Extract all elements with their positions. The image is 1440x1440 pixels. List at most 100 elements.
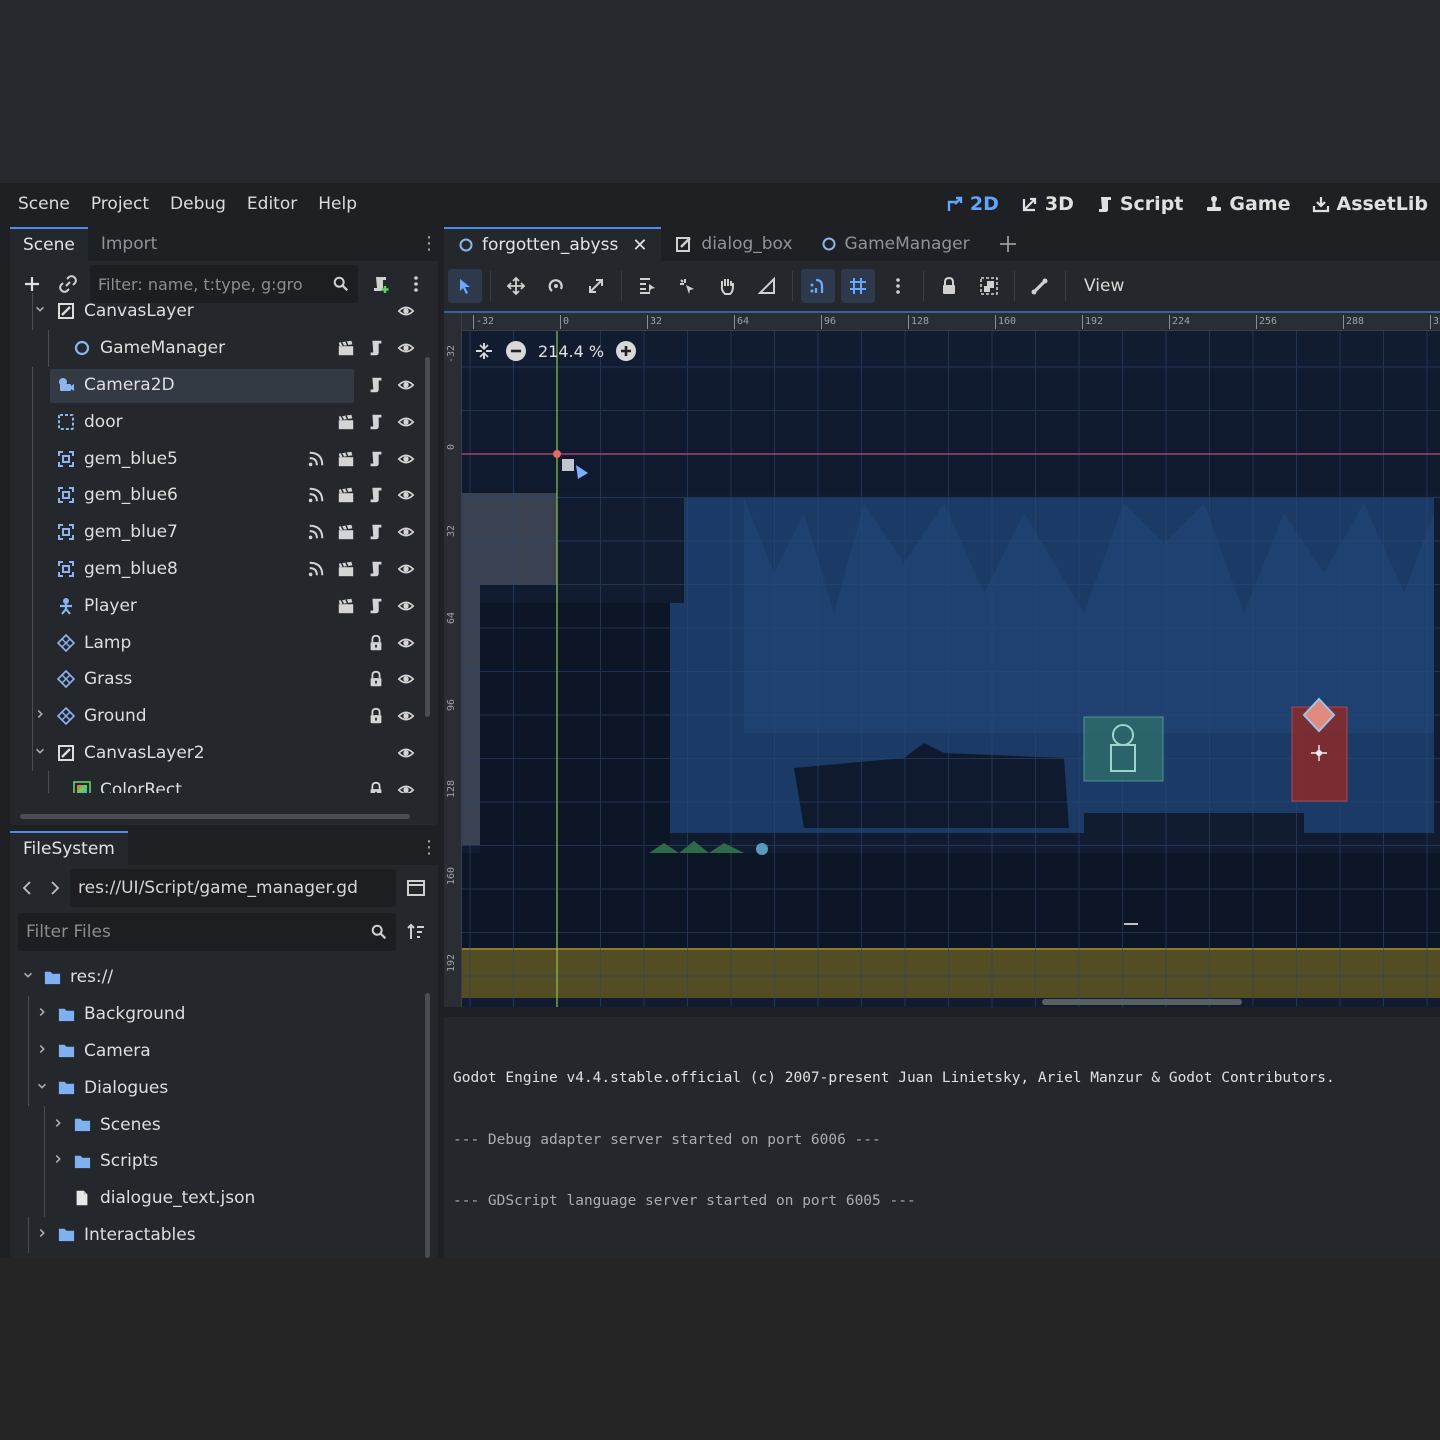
signal-icon[interactable]: [306, 559, 326, 579]
smart-snap-button[interactable]: [801, 269, 835, 303]
lock-icon[interactable]: [366, 706, 386, 726]
chevron-down-icon[interactable]: [22, 969, 34, 985]
chevron-down-icon[interactable]: [34, 745, 46, 761]
script-icon[interactable]: [366, 338, 386, 358]
menu-debug[interactable]: Debug: [162, 194, 234, 214]
tab-filesystem[interactable]: FileSystem: [10, 831, 128, 865]
list-select-button[interactable]: [630, 269, 664, 303]
group-button[interactable]: [972, 269, 1006, 303]
scene-tree-scrollbar[interactable]: [425, 357, 430, 717]
scene-instance-icon[interactable]: [336, 485, 356, 505]
scene-tree-row[interactable]: Ground: [10, 697, 438, 735]
script-icon[interactable]: [366, 522, 386, 542]
menu-scene[interactable]: Scene: [10, 194, 78, 214]
lock-icon[interactable]: [366, 669, 386, 689]
menu-editor[interactable]: Editor: [239, 194, 305, 214]
close-icon[interactable]: ✕: [632, 235, 647, 256]
snap-options-button[interactable]: [881, 269, 915, 303]
rotate-mode-button[interactable]: [539, 269, 573, 303]
menu-help[interactable]: Help: [310, 194, 365, 214]
folder-row[interactable]: Background: [10, 995, 438, 1033]
scene-instance-icon[interactable]: [336, 596, 356, 616]
visibility-icon[interactable]: [396, 338, 416, 358]
folder-row[interactable]: Scripts: [10, 1142, 438, 1180]
center-view-button[interactable]: [474, 341, 494, 361]
skeleton-button[interactable]: [1023, 269, 1057, 303]
scene-instance-icon[interactable]: [336, 449, 356, 469]
lock-button[interactable]: [932, 269, 966, 303]
chevron-right-icon[interactable]: [34, 708, 46, 724]
zoom-level[interactable]: 214.4 %: [538, 342, 604, 361]
menu-project[interactable]: Project: [83, 194, 157, 214]
scene-instance-icon[interactable]: [336, 522, 356, 542]
scene-tab-forgotten-abyss[interactable]: forgotten_abyss ✕: [444, 227, 662, 261]
scene-tree-row[interactable]: ColorRect: [10, 771, 438, 793]
add-scene-tab-button[interactable]: [984, 227, 1032, 261]
visibility-icon[interactable]: [396, 522, 416, 542]
main-tab-3d[interactable]: 3D: [1021, 193, 1074, 215]
lock-icon[interactable]: [366, 780, 386, 793]
filesystem-path-input[interactable]: res://UI/Script/game_manager.gd: [70, 869, 396, 907]
visibility-icon[interactable]: [396, 743, 416, 763]
scene-tree-hscrollbar[interactable]: [20, 814, 410, 819]
visibility-icon[interactable]: [396, 706, 416, 726]
folder-row[interactable]: res://: [10, 959, 438, 996]
scene-tree-row[interactable]: door: [10, 403, 438, 441]
chevron-down-icon[interactable]: [34, 303, 46, 319]
scene-tree-row[interactable]: Grass: [10, 660, 438, 698]
visibility-icon[interactable]: [396, 449, 416, 469]
lock-icon[interactable]: [366, 633, 386, 653]
pan-mode-button[interactable]: [710, 269, 744, 303]
scene-tree-row[interactable]: gem_blue5: [10, 440, 438, 477]
visibility-icon[interactable]: [396, 669, 416, 689]
chevron-right-icon[interactable]: [52, 1117, 64, 1133]
script-icon[interactable]: [366, 596, 386, 616]
zoom-out-button[interactable]: [506, 341, 526, 361]
select-mode-button[interactable]: [448, 269, 482, 303]
pivot-button[interactable]: [670, 269, 704, 303]
script-icon[interactable]: [366, 485, 386, 505]
visibility-icon[interactable]: [396, 559, 416, 579]
scene-tree-row[interactable]: gem_blue8: [10, 550, 438, 588]
script-icon[interactable]: [366, 412, 386, 432]
visibility-icon[interactable]: [396, 633, 416, 653]
output-console[interactable]: Godot Engine v4.4.stable.official (c) 20…: [444, 1017, 1440, 1258]
visibility-icon[interactable]: [396, 596, 416, 616]
scene-tab-dialog-box[interactable]: dialog_box: [661, 227, 806, 261]
folder-row[interactable]: Dialogues: [10, 1069, 438, 1107]
visibility-icon[interactable]: [396, 485, 416, 505]
signal-icon[interactable]: [306, 449, 326, 469]
scene-tree-row[interactable]: GameManager: [10, 329, 438, 367]
2d-viewport[interactable]: -32 0 32 64 96 128 160 192 224 256 288 32 -32 0 32 64 9…: [444, 311, 1440, 1007]
visibility-icon[interactable]: [396, 301, 416, 321]
grid-snap-button[interactable]: [841, 269, 875, 303]
scale-mode-button[interactable]: [579, 269, 613, 303]
sort-button[interactable]: [402, 918, 430, 946]
scene-tab-gamemanager[interactable]: GameManager: [807, 227, 984, 261]
scene-tree-row[interactable]: gem_blue7: [10, 513, 438, 551]
visibility-icon[interactable]: [396, 412, 416, 432]
scene-instance-icon[interactable]: [336, 559, 356, 579]
folder-row[interactable]: Scenes: [10, 1106, 438, 1143]
folder-row[interactable]: Interactables: [10, 1216, 438, 1253]
chevron-right-icon[interactable]: [52, 1153, 64, 1169]
tab-scene[interactable]: Scene: [10, 227, 88, 261]
back-button[interactable]: [18, 874, 38, 902]
scene-tree-row[interactable]: Lamp: [10, 624, 438, 661]
dock-menu-icon[interactable]: ⋮: [420, 233, 438, 255]
view-menu-button[interactable]: View: [1074, 276, 1134, 296]
forward-button[interactable]: [44, 874, 64, 902]
chevron-right-icon[interactable]: [36, 1227, 48, 1243]
main-tab-script[interactable]: Script: [1096, 193, 1183, 215]
door-sprite[interactable]: [1291, 697, 1348, 802]
scene-tree-row[interactable]: gem_blue6: [10, 476, 438, 514]
signal-icon[interactable]: [306, 485, 326, 505]
main-tab-2d[interactable]: 2D: [946, 193, 999, 215]
chevron-down-icon[interactable]: [36, 1080, 48, 1096]
chevron-right-icon[interactable]: [36, 1043, 48, 1059]
dock-menu-icon[interactable]: ⋮: [420, 837, 438, 859]
filesystem-scrollbar[interactable]: [425, 993, 430, 1258]
chevron-right-icon[interactable]: [36, 1006, 48, 1022]
scene-tree-row[interactable]: Player: [10, 587, 438, 625]
tab-import[interactable]: Import: [88, 227, 170, 261]
